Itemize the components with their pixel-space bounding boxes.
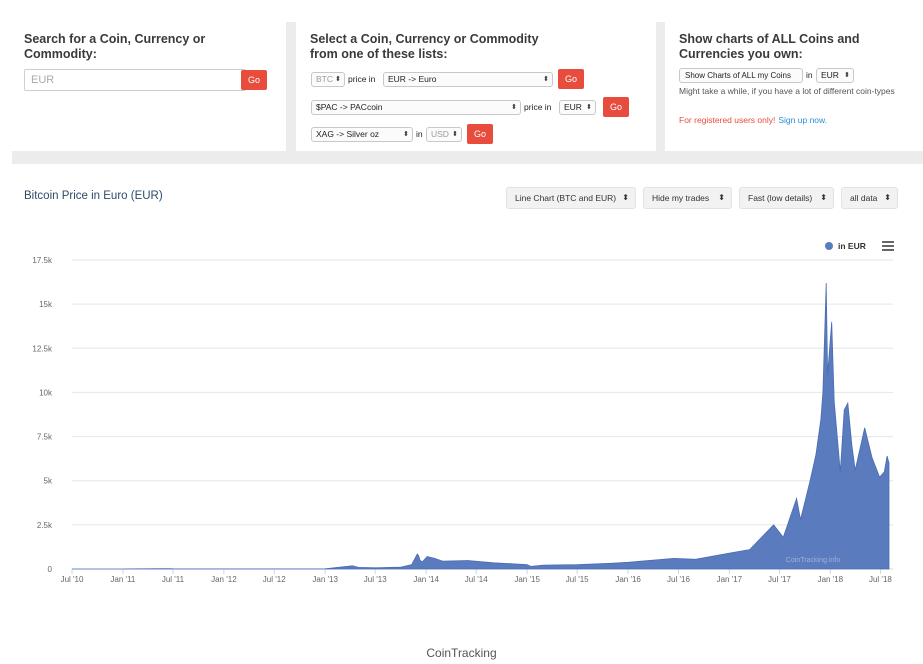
chart-title: Bitcoin Price in Euro (EUR) — [24, 190, 163, 202]
list-panel-title-1: Select a Coin, Currency or Commodity — [310, 32, 539, 46]
chart-grid — [72, 259, 893, 570]
range-value: all data — [850, 193, 878, 203]
row2-coin-value: $PAC -> PACcoin — [316, 102, 383, 112]
price-chart[interactable]: 0 2.5k 5k 7.5k 10k 12.5k 15k 17.5k Jul '10 Jan '… — [0, 230, 923, 590]
chevron-updown-icon: ⬍ — [452, 131, 458, 138]
row2-go-button[interactable]: Go — [603, 97, 629, 117]
x-tick-label: Jul '10 — [61, 575, 84, 584]
y-tick-label: 2.5k — [37, 521, 53, 530]
x-axis: Jul '10 Jan '11 Jul '11 Jan '12 Jul '12 Jan '… — [61, 568, 893, 584]
menu-bar — [882, 249, 894, 251]
all-coins-title-1: Show charts of ALL Coins and — [679, 32, 860, 46]
row3-currency-value: USD — [431, 129, 449, 139]
y-tick-label: 10k — [39, 388, 53, 397]
show-all-coins-button[interactable]: Show Charts of ALL my Coins — [679, 68, 803, 83]
row1-coin-select[interactable]: BTC ⬍ — [311, 72, 345, 87]
row2-coin-select[interactable]: $PAC -> PACcoin ⬍ — [311, 100, 521, 115]
sign-up-link[interactable]: Sign up now. — [778, 115, 827, 125]
row1-go-button[interactable]: Go — [558, 69, 584, 89]
chevron-updown-icon: ⬍ — [586, 104, 592, 111]
x-tick-label: Jul '16 — [667, 575, 690, 584]
all-coins-note: Might take a while, if you have a lot of… — [679, 86, 895, 96]
x-tick-label: Jan '14 — [413, 575, 439, 584]
row1-coin-value: BTC — [316, 74, 333, 84]
detail-select[interactable]: Fast (low details) ⬍ — [739, 187, 834, 209]
row3-coin-value: XAG -> Silver oz — [316, 129, 380, 139]
chevron-updown-icon: ⬍ — [622, 193, 629, 202]
y-tick-label: 7.5k — [37, 433, 53, 442]
y-axis: 0 2.5k 5k 7.5k 10k 12.5k 15k 17.5k — [32, 256, 53, 574]
list-panel-title-2: from one of these lists: — [310, 47, 448, 61]
y-tick-label: 12.5k — [32, 344, 53, 353]
row3-currency-select[interactable]: USD ⬍ — [426, 127, 462, 142]
chevron-updown-icon: ⬍ — [718, 193, 725, 202]
all-coins-in-label: in — [806, 70, 813, 80]
chart-type-select[interactable]: Line Chart (BTC and EUR) ⬍ — [506, 187, 636, 209]
price-area-series[interactable] — [72, 282, 890, 570]
chevron-updown-icon: ⬍ — [543, 76, 549, 83]
footer-caption: CoinTracking — [426, 646, 497, 660]
y-tick-label: 5k — [44, 477, 53, 486]
x-tick-label: Jan '17 — [717, 575, 743, 584]
x-tick-label: Jul '17 — [768, 575, 791, 584]
x-tick-label: Jul '11 — [162, 575, 185, 584]
chevron-updown-icon: ⬍ — [511, 104, 517, 111]
row3-go-button[interactable]: Go — [467, 124, 493, 144]
menu-bar — [882, 241, 894, 243]
x-tick-label: Jan '12 — [211, 575, 237, 584]
x-tick-label: Jul '13 — [364, 575, 387, 584]
row2-currency-select[interactable]: EUR ⬍ — [559, 100, 596, 115]
chevron-updown-icon: ⬍ — [884, 193, 891, 202]
row3-in-label: in — [416, 129, 423, 139]
list-panel: Select a Coin, Currency or Commodity fro… — [296, 22, 656, 151]
search-panel-title-1: Search for a Coin, Currency or — [24, 32, 206, 46]
chart-watermark: CoinTracking.info — [786, 557, 840, 564]
x-tick-label: Jan '18 — [818, 575, 844, 584]
chart-type-value: Line Chart (BTC and EUR) — [515, 193, 617, 203]
range-select[interactable]: all data ⬍ — [841, 187, 898, 209]
y-tick-label: 0 — [48, 565, 53, 574]
x-tick-label: Jan '16 — [615, 575, 641, 584]
row2-currency-value: EUR — [564, 102, 582, 112]
all-coins-title-2: Currencies you own: — [679, 47, 803, 61]
search-panel-title-2: Commodity: — [24, 47, 97, 61]
all-coins-currency-value: EUR — [821, 70, 839, 80]
x-tick-label: Jul '14 — [465, 575, 488, 584]
chart-legend[interactable]: in EUR — [825, 241, 866, 251]
y-tick-label: 17.5k — [32, 256, 53, 265]
row3-coin-select[interactable]: XAG -> Silver oz ⬍ — [311, 127, 413, 142]
all-coins-panel: Show charts of ALL Coins and Currencies … — [665, 22, 923, 151]
registered-only-text: For registered users only! — [679, 115, 776, 125]
trades-value: Hide my trades — [652, 193, 710, 203]
y-tick-label: 15k — [39, 300, 53, 309]
row1-currency-value: EUR -> Euro — [388, 74, 437, 84]
x-tick-label: Jul '18 — [869, 575, 892, 584]
chevron-updown-icon: ⬍ — [335, 76, 341, 83]
hamburger-menu-icon[interactable] — [882, 241, 894, 251]
trades-select[interactable]: Hide my trades ⬍ — [643, 187, 732, 209]
row1-currency-select[interactable]: EUR -> Euro ⬍ — [383, 72, 553, 87]
all-coins-currency-select[interactable]: EUR ⬍ — [816, 68, 854, 83]
registered-users-note: For registered users only! Sign up now. — [679, 115, 827, 125]
menu-bar — [882, 245, 894, 247]
legend-marker — [825, 242, 833, 250]
x-tick-label: Jan '11 — [110, 575, 136, 584]
chevron-updown-icon: ⬍ — [820, 193, 827, 202]
chevron-updown-icon: ⬍ — [403, 131, 409, 138]
x-tick-label: Jul '12 — [263, 575, 286, 584]
coin-search-input[interactable] — [24, 69, 246, 91]
row2-price-in-label: price in — [524, 102, 552, 112]
search-go-button[interactable]: Go — [241, 70, 267, 90]
chevron-updown-icon: ⬍ — [844, 72, 850, 79]
search-panel: Search for a Coin, Currency or Commodity… — [12, 22, 286, 151]
detail-value: Fast (low details) — [748, 193, 813, 203]
x-tick-label: Jan '15 — [514, 575, 540, 584]
row1-price-in-label: price in — [348, 74, 376, 84]
legend-label: in EUR — [838, 241, 866, 251]
x-tick-label: Jul '15 — [566, 575, 589, 584]
x-tick-label: Jan '13 — [312, 575, 338, 584]
